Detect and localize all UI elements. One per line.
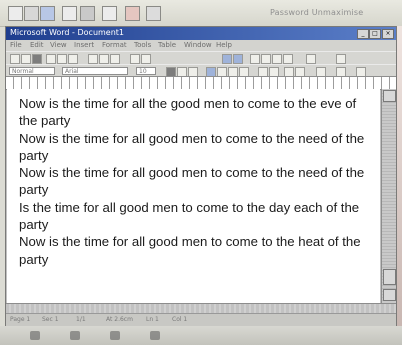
status-section: Sec 1: [42, 316, 59, 323]
save-icon[interactable]: [32, 54, 42, 64]
top-toolbar-strip: Password Unmaximise: [0, 0, 402, 27]
status-line: Ln 1: [146, 316, 159, 323]
menu-view[interactable]: View: [50, 41, 67, 49]
paste-icon[interactable]: [110, 54, 120, 64]
menu-edit[interactable]: Edit: [30, 41, 44, 49]
menu-insert[interactable]: Insert: [74, 41, 94, 49]
preview-icon[interactable]: [57, 54, 67, 64]
taskbar-app-icon[interactable]: [150, 331, 160, 340]
status-bar: Page 1 Sec 1 1/1 At 2.6cm Ln 1 Col 1: [6, 313, 396, 326]
status-page: Page 1: [10, 316, 31, 323]
print-icon[interactable]: [46, 54, 56, 64]
insert-table-icon[interactable]: [250, 54, 260, 64]
zoom-icon[interactable]: [306, 54, 316, 64]
paragraph[interactable]: Now is the time for all good men to come…: [19, 130, 371, 165]
maximize-button[interactable]: □: [369, 29, 381, 39]
scroll-up-icon[interactable]: [383, 90, 396, 102]
word-window: Microsoft Word - Document1 _ □ × File Ed…: [5, 26, 397, 326]
horizontal-ruler[interactable]: [6, 76, 396, 90]
hyperlink-icon[interactable]: [222, 54, 232, 64]
vertical-scrollbar[interactable]: [381, 89, 396, 303]
taskbar-app-icon[interactable]: [110, 331, 120, 340]
toolbar-icon[interactable]: [62, 6, 77, 21]
style-select[interactable]: Normal: [9, 67, 55, 75]
arrow-icon[interactable]: [146, 6, 161, 21]
menu-table[interactable]: Table: [158, 41, 176, 49]
document-text[interactable]: Now is the time for all the good men to …: [19, 95, 371, 268]
status-pages: 1/1: [76, 316, 86, 323]
columns-icon[interactable]: [261, 54, 271, 64]
status-position: At 2.6cm: [106, 316, 133, 323]
standard-toolbar: [6, 51, 396, 64]
minimize-button[interactable]: _: [357, 29, 369, 39]
paragraph[interactable]: Now is the time for all the good men to …: [19, 95, 371, 130]
menu-bar: File Edit View Insert Format Tools Table…: [6, 40, 396, 51]
menu-file[interactable]: File: [10, 41, 22, 49]
font-select[interactable]: Arial: [62, 67, 128, 75]
scroll-down-icon[interactable]: [383, 289, 396, 301]
menu-format[interactable]: Format: [102, 41, 127, 49]
show-hide-icon[interactable]: [283, 54, 293, 64]
drawing-icon[interactable]: [272, 54, 282, 64]
spelling-icon[interactable]: [68, 54, 78, 64]
status-column: Col 1: [172, 316, 188, 323]
size-select[interactable]: 10: [136, 67, 156, 75]
document-page[interactable]: Now is the time for all the good men to …: [7, 89, 380, 303]
window-icon[interactable]: [24, 6, 39, 21]
redo-icon[interactable]: [141, 54, 151, 64]
tools-icon[interactable]: [125, 6, 140, 21]
red-app-icon[interactable]: [8, 6, 23, 21]
paragraph[interactable]: Now is the time for all good men to come…: [19, 164, 371, 199]
tables-icon[interactable]: [233, 54, 243, 64]
taskbar-app-icon[interactable]: [30, 331, 40, 340]
title-bar[interactable]: Microsoft Word - Document1 _ □ ×: [6, 27, 396, 40]
menu-window[interactable]: Window: [184, 41, 212, 49]
folder-icon[interactable]: [80, 6, 95, 21]
window-title: Microsoft Word - Document1: [10, 28, 125, 37]
grid-icon[interactable]: [102, 6, 117, 21]
help-icon[interactable]: [336, 54, 346, 64]
taskbar-app-icon[interactable]: [70, 331, 80, 340]
desktop-edge: [397, 26, 402, 326]
copy-icon[interactable]: [99, 54, 109, 64]
top-strip-text: Password Unmaximise: [270, 8, 364, 17]
document-icon[interactable]: [40, 6, 55, 21]
menu-tools[interactable]: Tools: [134, 41, 151, 49]
undo-icon[interactable]: [130, 54, 140, 64]
cut-icon[interactable]: [88, 54, 98, 64]
taskbar: [0, 326, 402, 345]
new-icon[interactable]: [10, 54, 20, 64]
open-icon[interactable]: [21, 54, 31, 64]
paragraph[interactable]: Now is the time for all good men to come…: [19, 233, 371, 268]
paragraph[interactable]: Is the time for all good men to come to …: [19, 199, 371, 234]
close-button[interactable]: ×: [382, 29, 394, 39]
menu-help[interactable]: Help: [216, 41, 232, 49]
scroll-thumb[interactable]: [383, 269, 396, 285]
